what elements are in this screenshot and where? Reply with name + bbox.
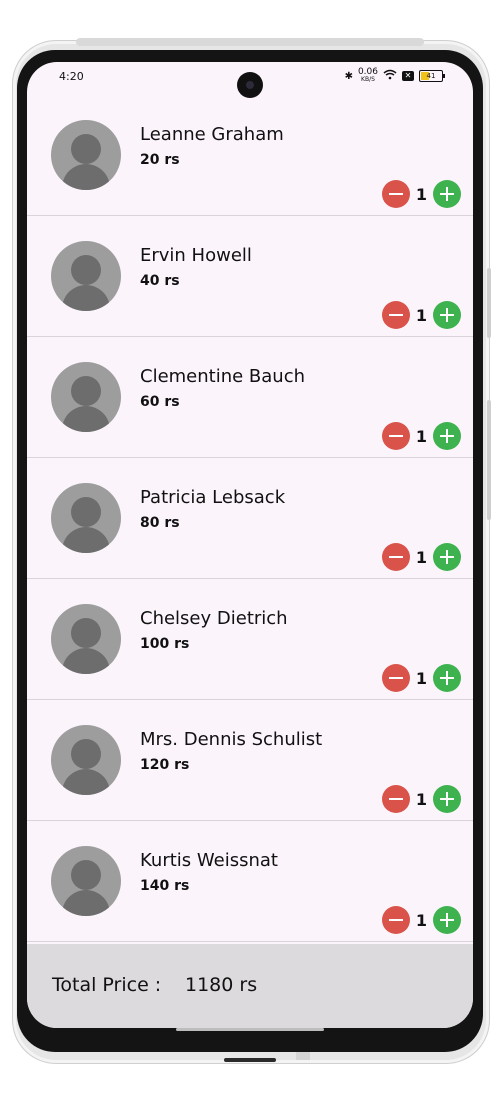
avatar-placeholder-icon xyxy=(51,604,121,674)
bluetooth-icon: ✱ xyxy=(344,70,353,82)
item-price: 60 rs xyxy=(140,394,180,410)
app-screen: 4:20 ✱ 0.06 KB/S ✕ 41 Leanne Graham 20 r… xyxy=(27,62,473,1028)
net-speed-unit: KB/S xyxy=(361,76,375,83)
item-name: Ervin Howell xyxy=(140,245,252,266)
avatar-placeholder-icon xyxy=(51,846,121,916)
avatar-placeholder-icon xyxy=(51,362,121,432)
minus-circle-icon[interactable] xyxy=(381,422,410,450)
minus-circle-icon[interactable] xyxy=(381,301,410,329)
item-quantity: 1 xyxy=(415,547,427,567)
minus-circle-icon[interactable] xyxy=(381,543,410,571)
item-price: 120 rs xyxy=(140,757,190,773)
plus-circle-icon[interactable] xyxy=(433,543,461,571)
minus-circle-icon[interactable] xyxy=(381,906,410,934)
wifi-icon xyxy=(383,69,397,83)
item-quantity: 1 xyxy=(415,184,427,204)
list-item: Patricia Lebsack 80 rs 1 xyxy=(27,458,473,579)
power-button xyxy=(487,400,491,520)
item-name: Mrs. Dennis Schulist xyxy=(140,729,323,750)
front-camera xyxy=(237,72,263,98)
list-item: Ervin Howell 40 rs 1 xyxy=(27,216,473,337)
phone-top-edge xyxy=(76,38,424,46)
avatar-placeholder-icon xyxy=(51,120,121,190)
list-item: Leanne Graham 20 rs 1 xyxy=(27,96,473,216)
plus-circle-icon[interactable] xyxy=(433,906,461,934)
item-name: Patricia Lebsack xyxy=(140,487,286,508)
quantity-stepper: 1 xyxy=(381,785,461,813)
quantity-stepper: 1 xyxy=(381,906,461,934)
total-price-footer: Total Price : 1180 rs xyxy=(27,944,473,1028)
item-quantity: 1 xyxy=(415,910,427,930)
quantity-stepper: 1 xyxy=(381,543,461,571)
phone-bottom-edge xyxy=(224,1058,276,1062)
item-name: Chelsey Dietrich xyxy=(140,608,288,629)
item-price: 40 rs xyxy=(140,273,180,289)
quantity-stepper: 1 xyxy=(381,301,461,329)
minus-circle-icon[interactable] xyxy=(381,785,410,813)
item-price: 140 rs xyxy=(140,878,190,894)
status-icons: ✱ 0.06 KB/S ✕ 41 xyxy=(344,68,445,84)
list-item: Mrs. Dennis Schulist 120 rs 1 xyxy=(27,700,473,821)
item-quantity: 1 xyxy=(415,789,427,809)
plus-circle-icon[interactable] xyxy=(433,180,461,208)
total-price-label: Total Price : xyxy=(52,974,162,996)
quantity-stepper: 1 xyxy=(381,664,461,692)
item-name: Clementine Bauch xyxy=(140,366,306,387)
list-item: Kurtis Weissnat 140 rs 1 xyxy=(27,821,473,942)
status-bar: 4:20 ✱ 0.06 KB/S ✕ 41 xyxy=(27,62,473,98)
item-price: 100 rs xyxy=(140,636,190,652)
item-quantity: 1 xyxy=(415,426,427,446)
item-price: 80 rs xyxy=(140,515,180,531)
list-item: Clementine Bauch 60 rs 1 xyxy=(27,337,473,458)
item-name: Kurtis Weissnat xyxy=(140,850,278,871)
phone-bottom-nub xyxy=(296,1052,310,1060)
list-item: Chelsey Dietrich 100 rs 1 xyxy=(27,579,473,700)
battery-icon: 41 xyxy=(419,70,445,82)
item-quantity: 1 xyxy=(415,305,427,325)
plus-circle-icon[interactable] xyxy=(433,301,461,329)
avatar-placeholder-icon xyxy=(51,241,121,311)
network-speed: 0.06 KB/S xyxy=(358,68,378,84)
item-name: Leanne Graham xyxy=(140,124,284,145)
battery-level: 41 xyxy=(426,72,436,80)
plus-circle-icon[interactable] xyxy=(433,664,461,692)
item-price: 20 rs xyxy=(140,152,180,168)
quantity-stepper: 1 xyxy=(381,422,461,450)
avatar-placeholder-icon xyxy=(51,483,121,553)
plus-circle-icon[interactable] xyxy=(433,785,461,813)
quantity-stepper: 1 xyxy=(381,180,461,208)
home-indicator[interactable] xyxy=(176,1028,324,1031)
plus-circle-icon[interactable] xyxy=(433,422,461,450)
minus-circle-icon[interactable] xyxy=(381,664,410,692)
volume-button xyxy=(487,268,491,338)
notification-x-icon: ✕ xyxy=(402,71,414,81)
item-quantity: 1 xyxy=(415,668,427,688)
cart-list: Leanne Graham 20 rs 1 Ervin Howell 40 rs… xyxy=(27,96,473,942)
status-time: 4:20 xyxy=(59,70,84,83)
total-price-value: 1180 rs xyxy=(185,974,258,996)
avatar-placeholder-icon xyxy=(51,725,121,795)
minus-circle-icon[interactable] xyxy=(381,180,410,208)
